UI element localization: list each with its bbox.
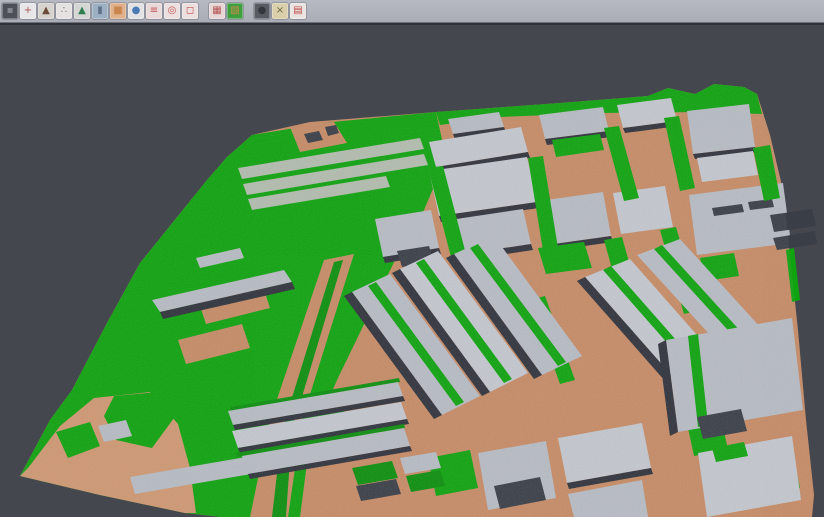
red-layers-icon[interactable]: ▤ — [290, 3, 306, 19]
toolbar: ▪+▲∴▲▮■●≡◎◻▦▧●×▤ — [0, 0, 824, 23]
transform-arrows-icon[interactable]: + — [20, 3, 36, 19]
app-window: ▪+▲∴▲▮■●≡◎◻▦▧●×▤ — [0, 0, 824, 517]
dark-cube-icon[interactable]: ▪ — [2, 3, 18, 19]
dark-sphere-icon[interactable]: ● — [254, 3, 270, 19]
terrain-green-icon[interactable]: ▲ — [74, 3, 90, 19]
panel-blue-icon[interactable]: ▮ — [92, 3, 108, 19]
clipping-x-icon[interactable]: × — [272, 3, 288, 19]
globe-icon[interactable]: ● — [128, 3, 144, 19]
red-grid-icon[interactable]: ▦ — [209, 3, 225, 19]
viewport-3d[interactable] — [0, 0, 824, 517]
classification-palette-icon[interactable]: ▧ — [227, 3, 243, 19]
red-list-icon[interactable]: ≡ — [146, 3, 162, 19]
terrain-brown-icon[interactable]: ▲ — [38, 3, 54, 19]
red-circle-icon[interactable]: ◎ — [164, 3, 180, 19]
point-cloud-grain-overlay — [0, 0, 824, 517]
orange-square-icon[interactable]: ■ — [110, 3, 126, 19]
point-picker-icon[interactable]: ∴ — [56, 3, 72, 19]
red-crop-icon[interactable]: ◻ — [182, 3, 198, 19]
